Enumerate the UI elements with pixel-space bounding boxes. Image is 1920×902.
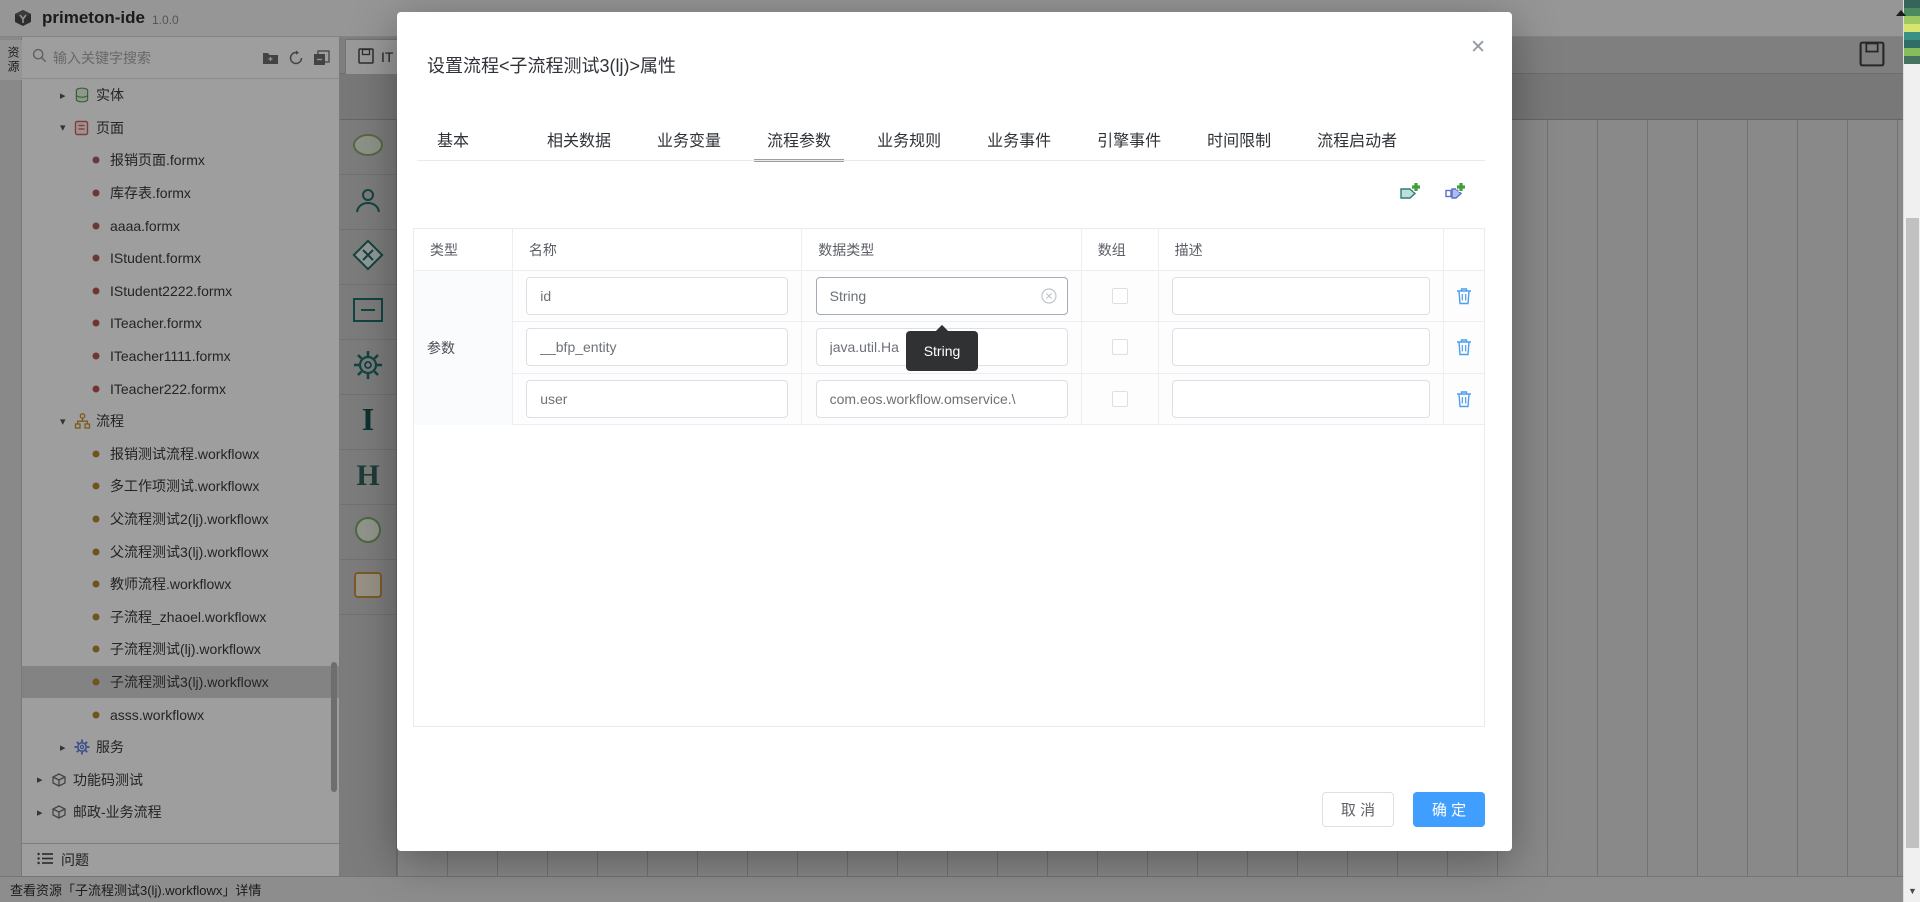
- param-name-cell: [513, 374, 802, 424]
- ok-button[interactable]: 确 定: [1413, 792, 1485, 827]
- table-row: [513, 374, 1484, 425]
- param-datatype-input[interactable]: [816, 380, 1068, 418]
- param-description-input[interactable]: [1172, 277, 1430, 315]
- table-header-cell: 数组: [1082, 229, 1159, 270]
- param-datatype-input[interactable]: [816, 277, 1068, 315]
- table-row: [513, 322, 1484, 373]
- param-type-cell: 参数: [414, 271, 513, 425]
- table-header-cell: 名称: [513, 229, 802, 270]
- dialog-tab[interactable]: 流程参数: [767, 124, 831, 160]
- page-scrollbar[interactable]: ▼: [1903, 0, 1920, 902]
- param-array-cell: [1082, 271, 1159, 321]
- array-checkbox[interactable]: [1112, 288, 1128, 304]
- tooltip-text: String: [924, 343, 961, 359]
- delete-row-icon[interactable]: [1454, 388, 1474, 410]
- param-toolbar: [417, 177, 1485, 207]
- dialog-tab[interactable]: 业务事件: [987, 124, 1051, 160]
- scroll-top-icon[interactable]: [1896, 10, 1906, 16]
- param-name-input[interactable]: [526, 328, 788, 366]
- delete-row-icon[interactable]: [1454, 285, 1474, 307]
- param-description-input[interactable]: [1172, 380, 1430, 418]
- param-actions-cell: [1444, 374, 1484, 424]
- dialog-title: 设置流程<子流程测试3(lj)>属性: [427, 52, 676, 78]
- table-header-cell: 数据类型: [802, 229, 1081, 270]
- table-header-cell: 描述: [1159, 229, 1444, 270]
- datatype-tooltip: String: [906, 331, 978, 371]
- param-description-input[interactable]: [1172, 328, 1430, 366]
- cancel-button[interactable]: 取 消: [1322, 792, 1394, 827]
- delete-row-icon[interactable]: [1454, 336, 1474, 358]
- tabs-divider: [417, 160, 1485, 161]
- param-name-input[interactable]: [526, 380, 788, 418]
- param-array-cell: [1082, 374, 1159, 424]
- param-name-cell: [513, 322, 802, 372]
- scroll-down-icon[interactable]: ▼: [1904, 886, 1920, 896]
- param-actions-cell: [1444, 271, 1484, 321]
- add-output-param-icon[interactable]: [1444, 181, 1468, 203]
- array-checkbox[interactable]: [1112, 339, 1128, 355]
- table-row: [513, 271, 1484, 322]
- dialog-tab[interactable]: 相关数据: [547, 124, 611, 160]
- table-header-cell: 类型: [414, 229, 513, 270]
- dialog-tab[interactable]: 基本: [437, 124, 469, 160]
- param-name-cell: [513, 271, 802, 321]
- dialog-tab[interactable]: 业务规则: [877, 124, 941, 160]
- dialog-tab[interactable]: 流程启动者: [1317, 124, 1397, 160]
- clear-icon[interactable]: [1041, 288, 1057, 304]
- param-description-cell: [1159, 322, 1444, 372]
- dialog-tab[interactable]: 时间限制: [1207, 124, 1271, 160]
- dialog-tab[interactable]: 业务变量: [657, 124, 721, 160]
- param-name-input[interactable]: [526, 277, 788, 315]
- param-description-cell: [1159, 271, 1444, 321]
- dialog-footer: 取 消 确 定: [397, 792, 1485, 828]
- param-table: 类型名称数据类型数组描述 参数: [413, 228, 1485, 727]
- param-datatype-cell: [802, 374, 1081, 424]
- close-icon[interactable]: ✕: [1470, 38, 1486, 57]
- dialog-tab[interactable]: 引擎事件: [1097, 124, 1161, 160]
- array-checkbox[interactable]: [1112, 391, 1128, 407]
- param-datatype-cell: [802, 271, 1081, 321]
- dialog-tabs: 基本 相关数据 业务变量 流程参数 业务规则 业务事件 引擎事件 时间限制 流程启动者: [437, 124, 1443, 160]
- param-description-cell: [1159, 374, 1444, 424]
- minimap-stripes: [1904, 0, 1920, 64]
- screen: primeton-ide 1.0.0 资源 ▸实体▾页面报销页面.: [0, 0, 1920, 902]
- table-header-cell: [1444, 229, 1484, 270]
- param-actions-cell: [1444, 322, 1484, 372]
- scrollbar-thumb[interactable]: [1906, 218, 1919, 848]
- add-input-param-icon[interactable]: [1399, 181, 1423, 203]
- process-properties-dialog: 设置流程<子流程测试3(lj)>属性 ✕ 基本 相关数据 业务变量 流程参数 业务规则 业…: [397, 12, 1512, 851]
- param-array-cell: [1082, 322, 1159, 372]
- param-table-header: 类型名称数据类型数组描述: [414, 229, 1484, 271]
